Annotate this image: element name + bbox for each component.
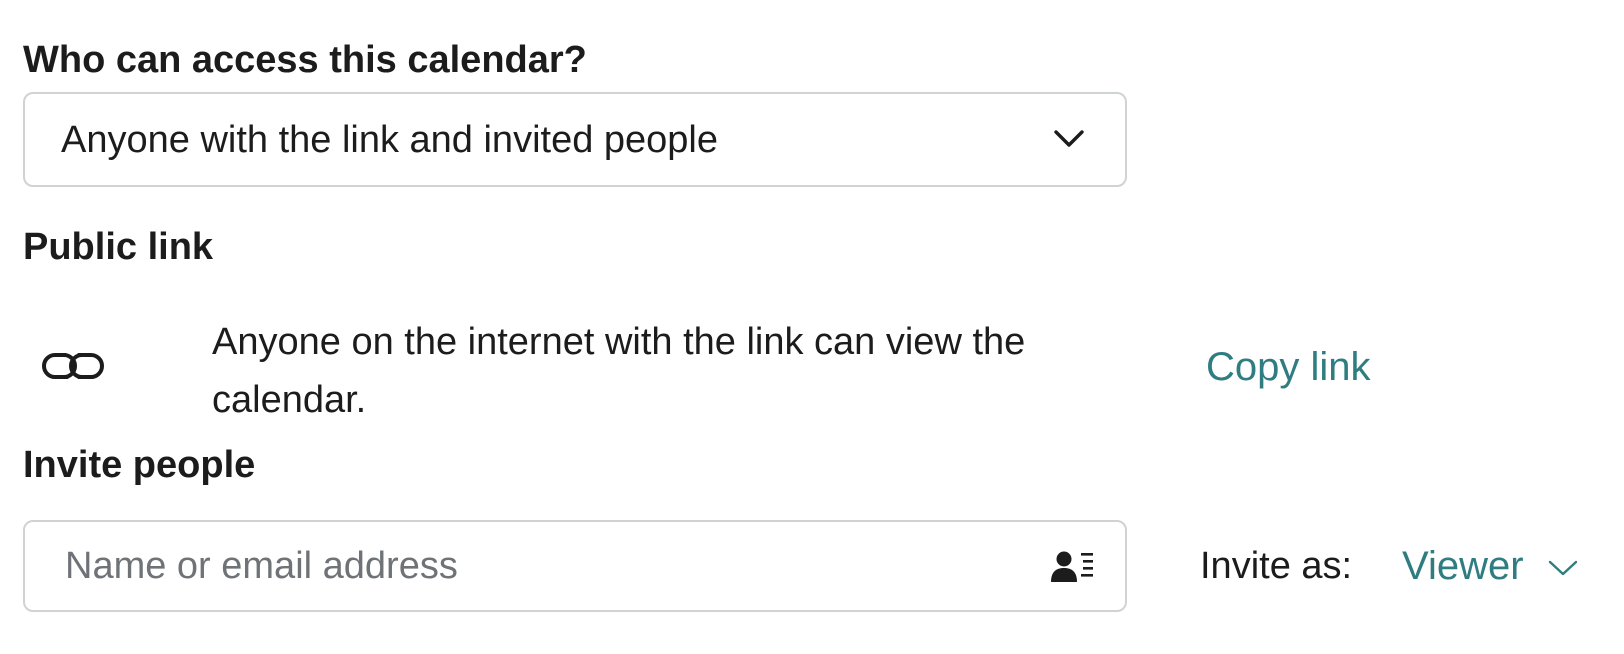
invite-heading: Invite people xyxy=(23,444,256,486)
link-icon xyxy=(42,353,104,379)
copy-link-button[interactable]: Copy link xyxy=(1206,344,1371,390)
chevron-down-icon xyxy=(1548,560,1578,576)
access-heading: Who can access this calendar? xyxy=(23,39,587,81)
contacts-icon[interactable] xyxy=(1051,550,1095,584)
invite-role-select[interactable]: Viewer xyxy=(1402,543,1578,589)
public-link-description: Anyone on the internet with the link can… xyxy=(212,321,1026,421)
access-select-value: Anyone with the link and invited people xyxy=(61,119,719,161)
chevron-down-icon xyxy=(1054,130,1084,147)
calendar-sharing-panel: Who can access this calendar? Anyone wit… xyxy=(0,0,1624,654)
invite-input[interactable] xyxy=(27,524,1007,608)
invite-role-value: Viewer xyxy=(1402,544,1524,588)
access-select[interactable]: Anyone with the link and invited people xyxy=(23,92,1127,187)
public-link-heading: Public link xyxy=(23,226,214,268)
invite-field xyxy=(23,520,1127,612)
invite-as-label: Invite as: xyxy=(1200,545,1353,587)
